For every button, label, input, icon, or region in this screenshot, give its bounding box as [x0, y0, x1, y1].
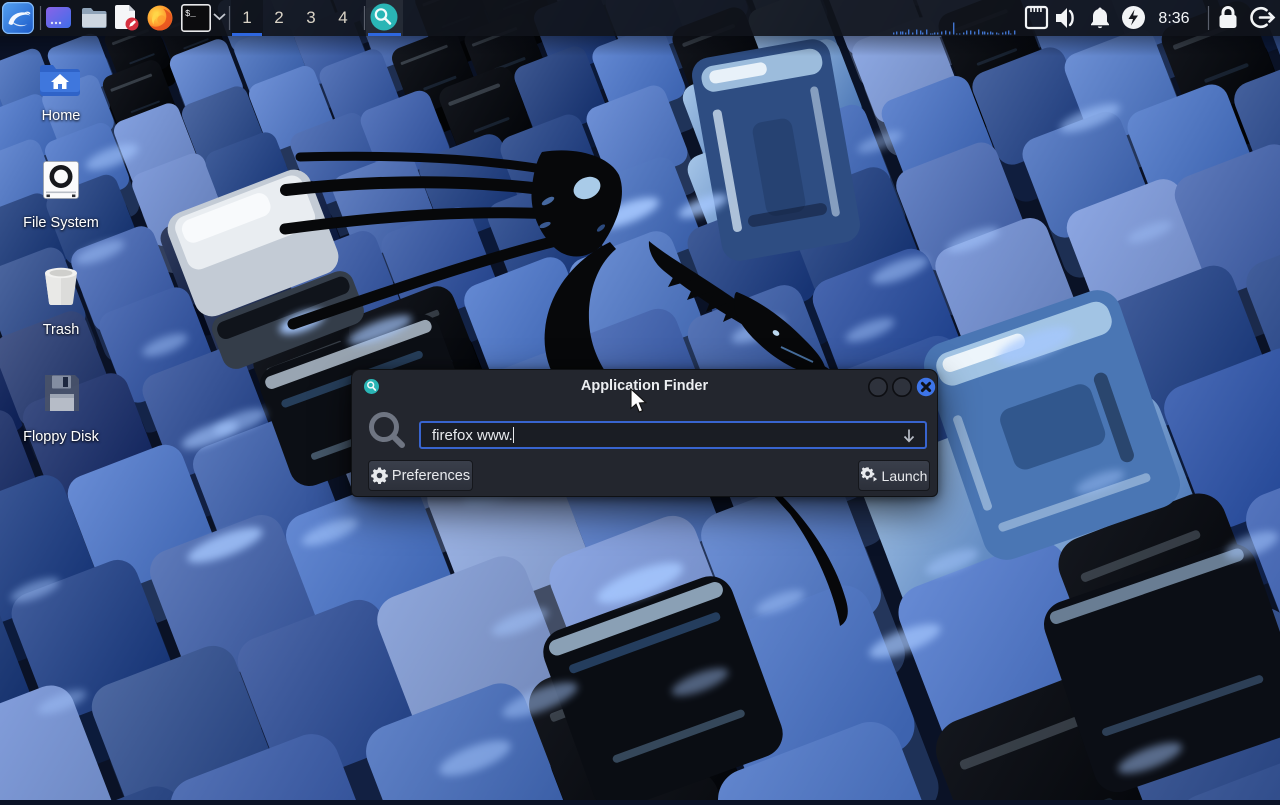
svg-text:2: 2	[274, 8, 283, 27]
svg-text:8:36: 8:36	[1158, 10, 1189, 27]
svg-text:4: 4	[338, 8, 347, 27]
svg-text:$_: $_	[185, 9, 196, 19]
svg-text:1: 1	[242, 8, 251, 27]
svg-text:3: 3	[306, 8, 315, 27]
